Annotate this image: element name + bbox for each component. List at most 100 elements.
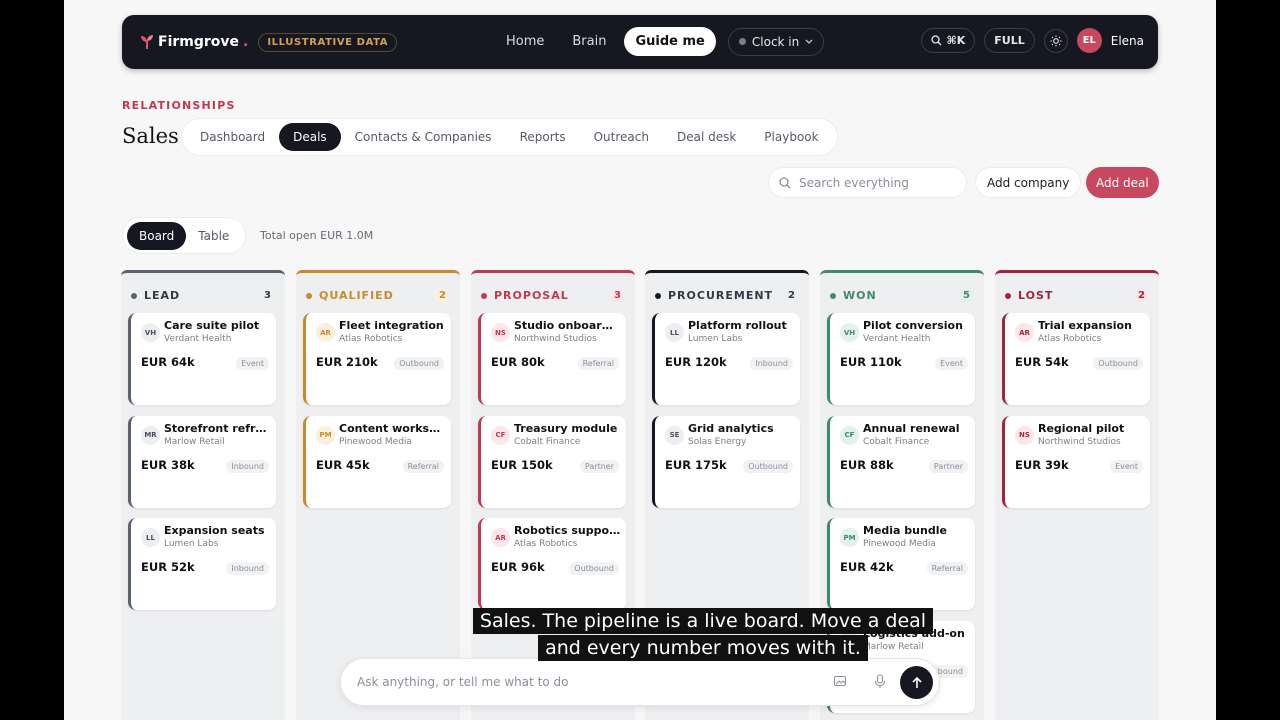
deal-card[interactable]: AR Fleet integration Atlas Robotics EUR 210…	[303, 313, 451, 405]
deal-title: Studio onboar…	[514, 319, 613, 332]
deal-card[interactable]: AR Trial expansion Atlas Robotics EUR 54k Ou…	[1002, 313, 1150, 405]
deal-card[interactable]: VH Care suite pilot Verdant Health EUR 64k E…	[128, 313, 276, 405]
search-icon	[930, 35, 941, 46]
column-count-badge: 2	[435, 289, 450, 302]
company-initials-avatar: AR	[1015, 323, 1034, 342]
deal-card[interactable]: CF Treasury module Cobalt Finance EUR 150k P…	[478, 415, 626, 508]
add-deal-button[interactable]: Add deal	[1086, 167, 1159, 198]
total-open-value: Total open EUR 1.0M	[260, 229, 374, 242]
deal-title: Platform rollout	[688, 319, 787, 332]
deal-title: Trial expansion	[1038, 319, 1132, 332]
company-initials-avatar: CF	[491, 425, 510, 445]
pipeline-column: QUALIFIED 2 AR Fleet integration Atlas Robot…	[296, 270, 460, 720]
column-title: LOST	[1018, 289, 1054, 302]
app-page: Firmgrove. ILLUSTRATIVE DATA Home Brain …	[64, 0, 1216, 720]
deal-company: Verdant Health	[164, 334, 232, 344]
deal-title: Pilot conversion	[863, 319, 963, 332]
deal-title: Annual renewal	[863, 421, 960, 435]
image-attach-icon[interactable]	[833, 674, 847, 688]
tab-reports[interactable]: Reports	[506, 123, 580, 151]
shortcut-label: ⌘K	[946, 34, 966, 47]
microphone-icon[interactable]	[874, 674, 886, 689]
arrow-up-icon	[911, 676, 922, 688]
deal-company: Pinewood Media	[863, 539, 936, 550]
deal-card[interactable]: CF Annual renewal Cobalt Finance EUR 88k Par…	[827, 415, 975, 508]
stage-dot-icon	[830, 292, 836, 299]
command-search-button[interactable]: ⌘K	[920, 28, 976, 53]
deal-card[interactable]: LL Platform rollout Lumen Labs EUR 120k Inbo…	[652, 313, 800, 405]
nav-brain[interactable]: Brain	[562, 27, 616, 56]
illustrative-data-badge: ILLUSTRATIVE DATA	[258, 32, 398, 52]
deal-amount: EUR 39k	[1015, 457, 1069, 472]
deal-card[interactable]: PM Content works… Pinewood Media EUR 45k Ref…	[303, 415, 451, 508]
nav-right: ⌘K FULL EL Elena	[920, 28, 1144, 53]
deal-company: Verdant Health	[863, 334, 931, 344]
column-count-badge: 5	[959, 289, 974, 302]
deal-amount: EUR 96k	[491, 560, 545, 575]
full-mode-toggle[interactable]: FULL	[984, 28, 1035, 53]
tab-dashboard[interactable]: Dashboard	[186, 123, 279, 151]
deal-source-tag: Event	[1110, 459, 1143, 473]
deal-amount: EUR 45k	[316, 457, 370, 472]
assistant-input[interactable]	[357, 675, 827, 689]
deal-company: Northwind Studios	[1038, 436, 1121, 447]
add-company-button[interactable]: Add company	[975, 167, 1082, 198]
user-name[interactable]: Elena	[1111, 34, 1144, 48]
deal-card[interactable]: SE Grid analytics Solas Energy EUR 175k Outb…	[652, 415, 800, 508]
clock-in-dropdown[interactable]: Clock in	[727, 27, 825, 56]
deal-title: Treasury module	[514, 421, 618, 435]
deal-card[interactable]: MR Storefront refr… Marlow Retail EUR 38k In…	[128, 415, 276, 508]
deal-company: Atlas Robotics	[514, 539, 578, 550]
search-input[interactable]	[799, 175, 949, 190]
column-count-badge: 3	[264, 290, 271, 301]
column-count-badge: 2	[1134, 289, 1149, 302]
stage-dot-icon	[131, 292, 137, 299]
deal-company: Northwind Studios	[514, 334, 597, 344]
tab-outreach[interactable]: Outreach	[580, 123, 663, 151]
deal-card[interactable]: AR Robotics suppo… Atlas Robotics EUR 96k Ou…	[478, 518, 626, 611]
user-avatar[interactable]: EL	[1076, 28, 1102, 53]
board-view-button[interactable]: Board	[127, 221, 187, 250]
tab-contacts-companies[interactable]: Contacts & Companies	[341, 123, 506, 151]
column-title: PROCUREMENT	[668, 289, 774, 302]
column-title: QUALIFIED	[319, 289, 394, 302]
deal-card[interactable]: PM Media bundle Pinewood Media EUR 42k Refer…	[827, 518, 975, 611]
deal-card[interactable]: VH Pilot conversion Verdant Health EUR 110k…	[827, 313, 975, 405]
tab-deal-desk[interactable]: Deal desk	[663, 123, 750, 151]
deal-amount: EUR 52k	[141, 560, 195, 575]
company-initials-avatar: NS	[491, 323, 510, 342]
deal-company: Lumen Labs	[164, 539, 219, 550]
deal-source-tag: Referral	[402, 459, 444, 473]
theme-toggle-button[interactable]	[1043, 28, 1068, 53]
deal-card[interactable]: NS Regional pilot Northwind Studios EUR 39k…	[1002, 415, 1150, 508]
deal-company: Pinewood Media	[339, 436, 412, 447]
table-view-button[interactable]: Table	[186, 222, 241, 250]
column-header: PROCUREMENT 2	[645, 273, 809, 305]
company-initials-avatar: CF	[840, 425, 859, 445]
brand-logo[interactable]: Firmgrove.	[140, 34, 248, 50]
column-header: LOST 2	[995, 273, 1159, 305]
search-icon	[779, 176, 791, 188]
deal-amount: EUR 150k	[491, 457, 553, 472]
deal-amount: EUR 88k	[840, 457, 894, 472]
deal-company: Cobalt Finance	[863, 436, 930, 447]
assistant-bar	[340, 658, 940, 706]
column-header: WON 5	[820, 273, 984, 305]
deal-card[interactable]: NS Studio onboar… Northwind Studios EUR 80k…	[478, 313, 626, 405]
send-button[interactable]	[900, 666, 933, 699]
deal-amount: EUR 210k	[316, 355, 378, 369]
deal-source-tag: Inbound	[226, 562, 269, 576]
page-title: Sales	[122, 124, 179, 148]
sun-icon	[1050, 35, 1062, 46]
deal-card[interactable]: LL Expansion seats Lumen Labs EUR 52k Inboun…	[128, 518, 276, 611]
deal-company: Cobalt Finance	[514, 436, 581, 447]
deal-source-tag: Partner	[579, 459, 619, 473]
nav-home[interactable]: Home	[496, 27, 554, 56]
deal-amount: EUR 175k	[665, 457, 727, 472]
tab-playbook[interactable]: Playbook	[750, 123, 832, 151]
column-title: PROPOSAL	[494, 289, 569, 302]
tab-deals[interactable]: Deals	[279, 123, 341, 151]
company-initials-avatar: LL	[665, 323, 684, 342]
brand-dot: .	[243, 34, 249, 50]
guide-me-button[interactable]: Guide me	[624, 27, 716, 56]
